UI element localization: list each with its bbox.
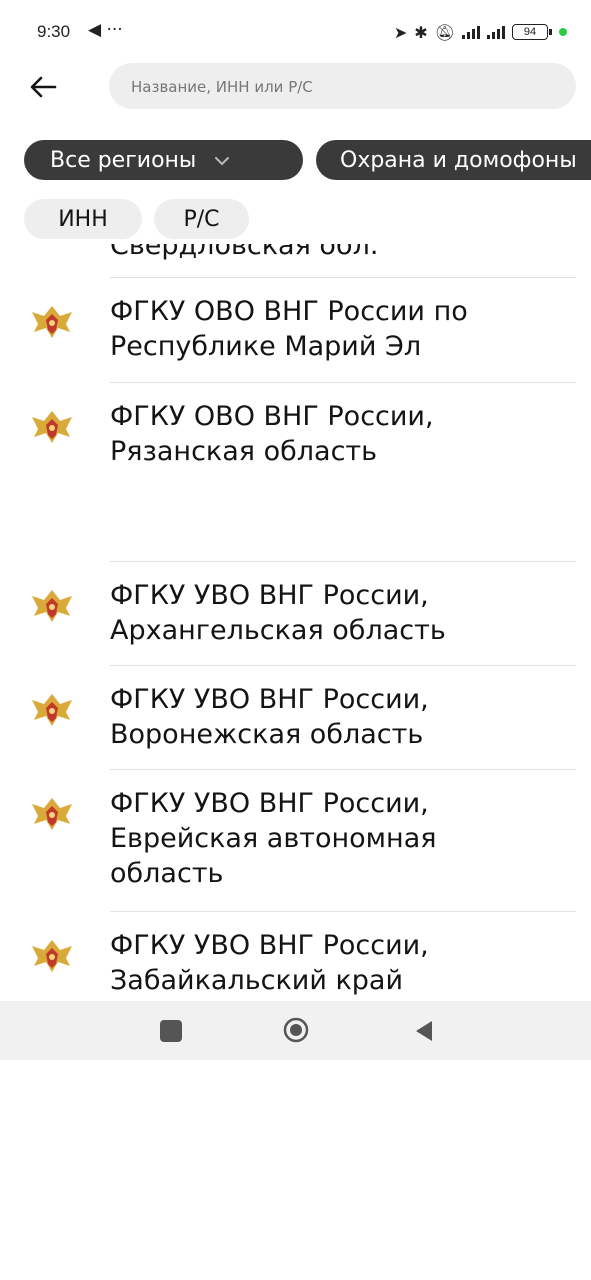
organization-name: ФГКУ УВО ВНГ России, Еврейская автономна… — [110, 788, 437, 889]
camera-indicator-dot — [559, 28, 567, 36]
organization-name: ФГКУ ОВО ВНГ России, Рязанская область — [110, 401, 434, 467]
organization-name: ФГКУ УВО ВНГ России, Воронежская область — [110, 684, 429, 750]
list-item[interactable]: ФГКУ УВО ВНГ России, Забайкальский край — [0, 928, 591, 1001]
regions-filter-label: Все регионы — [50, 147, 197, 173]
chevron-down-icon — [214, 151, 230, 170]
battery-icon: 94 — [512, 24, 548, 40]
list-divider — [110, 561, 576, 562]
search-type-chips: ИНН Р/С — [0, 199, 591, 241]
list-divider — [110, 911, 576, 912]
organizations-list[interactable]: Свердловская обл. ФГКУ ОВО ВНГ России по… — [0, 244, 591, 1001]
category-filter-chip[interactable]: Охрана и домофоны — [316, 140, 591, 180]
list-item[interactable]: ФГКУ УВО ВНГ России, Еврейская автономна… — [0, 786, 591, 908]
list-divider — [110, 769, 576, 770]
status-time: 9:30 — [37, 22, 71, 41]
rosgvardia-emblem-icon — [32, 940, 72, 972]
recent-apps-button[interactable] — [160, 1020, 182, 1042]
regions-filter-chip[interactable]: Все регионы — [24, 140, 303, 180]
list-divider — [110, 277, 576, 278]
list-item[interactable]: ФГКУ ОВО ВНГ России, Рязанская область — [0, 399, 591, 549]
rosgvardia-emblem-icon — [32, 590, 72, 622]
list-item[interactable]: ФГКУ ОВО ВНГ России по Республике Марий … — [0, 294, 591, 380]
system-navigation-bar — [0, 1001, 591, 1060]
list-item[interactable]: ФГКУ УВО ВНГ России, Архангельская облас… — [0, 578, 591, 664]
status-icons: ➤ ✱ 🔕︎ 94 — [394, 20, 567, 44]
list-item[interactable]: ФГКУ УВО ВНГ России, Воронежская область — [0, 682, 591, 768]
list-divider — [110, 665, 576, 666]
signal-2-icon — [487, 25, 505, 39]
arrow-left-icon — [30, 76, 57, 98]
inn-chip[interactable]: ИНН — [24, 199, 142, 239]
inn-chip-label: ИНН — [58, 206, 108, 232]
signal-icon — [462, 25, 480, 39]
telegram-notification-icon: ◀ ··· — [88, 20, 123, 40]
rosgvardia-emblem-icon — [32, 411, 72, 443]
filter-chips: Все регионы Охрана и домофоны — [0, 140, 591, 182]
location-icon: ➤ — [393, 22, 408, 42]
rosgvardia-emblem-icon — [32, 798, 72, 830]
rs-chip[interactable]: Р/С — [154, 199, 249, 239]
bluetooth-icon: ✱ — [414, 22, 428, 42]
system-back-button[interactable] — [412, 1019, 436, 1043]
organization-name: ФГКУ УВО ВНГ России, Архангельская облас… — [110, 580, 446, 646]
list-divider — [110, 382, 576, 383]
battery-tip — [549, 29, 552, 35]
clipped-list-item-text: Свердловская обл. — [110, 244, 379, 261]
search-input[interactable] — [129, 63, 553, 111]
mute-icon: 🔕︎ — [434, 22, 455, 42]
rosgvardia-emblem-icon — [32, 694, 72, 726]
back-button[interactable] — [26, 70, 60, 104]
rosgvardia-emblem-icon — [32, 306, 72, 338]
organization-name: ФГКУ УВО ВНГ России, Забайкальский край — [110, 930, 429, 996]
home-button[interactable] — [283, 1017, 309, 1043]
category-filter-label: Охрана и домофоны — [340, 147, 577, 173]
search-box[interactable] — [109, 63, 576, 111]
organization-name: ФГКУ ОВО ВНГ России по Республике Марий … — [110, 296, 468, 362]
rs-chip-label: Р/С — [183, 206, 220, 232]
status-bar: 9:30 ◀ ··· ➤ ✱ 🔕︎ 94 — [0, 0, 591, 66]
